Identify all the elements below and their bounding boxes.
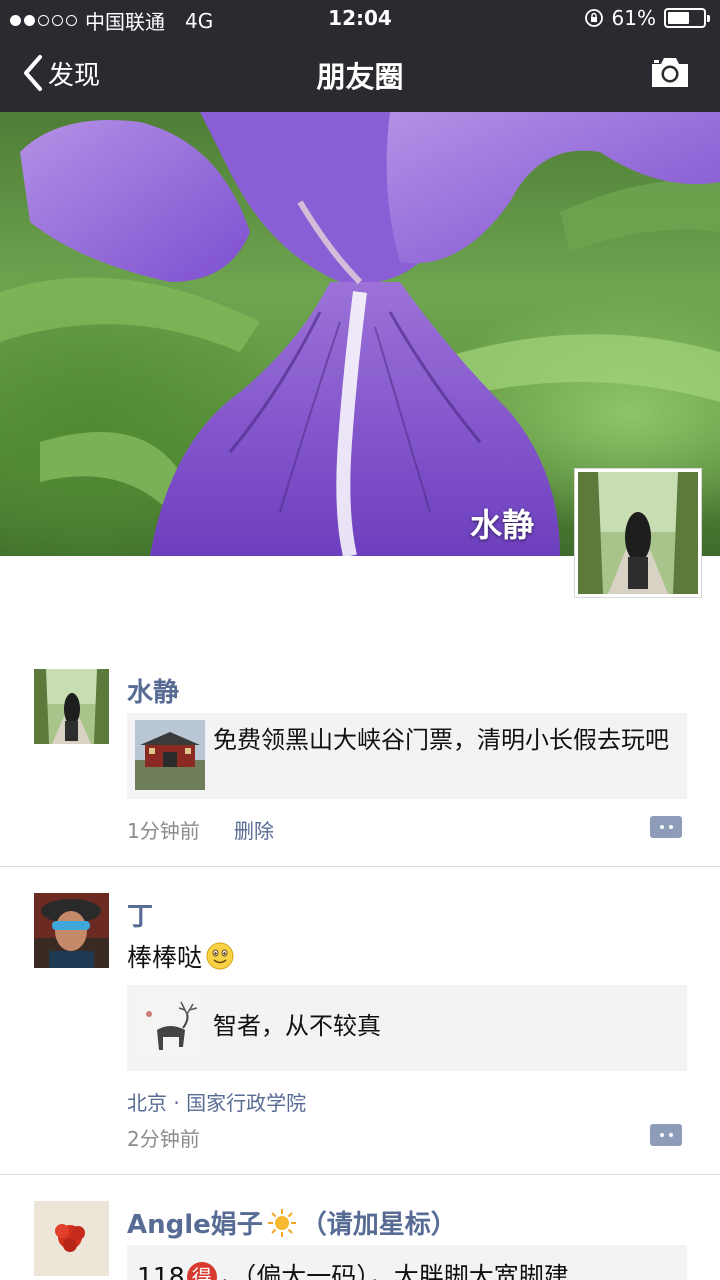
smile-emoji-icon (206, 942, 234, 970)
nav-bar: 发现 朋友圈 (0, 36, 720, 112)
shared-link-card[interactable]: 118 得 ，（偏大一码），大胖脚大宽脚建... (127, 1245, 687, 1280)
post-author[interactable]: 水静 (127, 672, 179, 709)
post-text-suffix: ，（偏大一码），大胖脚大宽脚建... (218, 1262, 593, 1280)
more-dots-icon (659, 1133, 664, 1137)
post-text-prefix: 118 (137, 1262, 185, 1280)
avatar[interactable] (34, 893, 109, 968)
post-text: 棒棒哒 (127, 938, 234, 974)
delete-button[interactable]: 删除 (234, 815, 274, 844)
page-title: 朋友圈 (316, 60, 404, 94)
link-thumbnail (135, 720, 205, 790)
comment-button[interactable] (650, 1124, 682, 1146)
camera-button[interactable] (650, 55, 690, 93)
comment-button[interactable] (650, 816, 682, 838)
status-bar: 中国联通 4G 12:04 61% (0, 0, 720, 36)
de-badge-icon: 得 (186, 1262, 217, 1280)
post-text-content: 棒棒哒 (127, 943, 203, 972)
shared-link-card[interactable]: 免费领黑山大峡谷门票，清明小长假去玩吧 (127, 713, 687, 799)
post-author-name: Angle娟子 (127, 1210, 263, 1240)
more-dots-icon (659, 825, 664, 829)
post-author[interactable]: Angle娟子 （请加星标） (127, 1204, 457, 1241)
avatar-image (34, 669, 109, 744)
post-time: 2分钟前 (127, 1127, 200, 1151)
cover-username: 水静 (469, 506, 534, 544)
link-title: 免费领黑山大峡谷门票，清明小长假去玩吧 (213, 726, 669, 754)
divider (0, 866, 720, 867)
link-thumbnail (135, 992, 205, 1062)
post-time: 1分钟前 (127, 819, 200, 843)
battery-icon (664, 8, 710, 28)
profile-avatar[interactable] (574, 468, 702, 598)
link-title: 智者，从不较真 (213, 1012, 381, 1040)
status-right: 61% (584, 6, 710, 30)
post-author[interactable]: 丁 (127, 896, 153, 933)
avatar[interactable] (34, 669, 109, 744)
battery-percent: 61% (611, 6, 656, 30)
divider (0, 1174, 720, 1175)
avatar[interactable] (34, 1201, 109, 1276)
rotation-lock-icon (584, 9, 603, 27)
camera-icon (652, 58, 688, 87)
avatar-image (34, 1201, 109, 1276)
post-location[interactable]: 北京 · 国家行政学院 (127, 1087, 306, 1116)
shared-link-card[interactable]: 智者，从不较真 (127, 985, 687, 1071)
avatar-image (34, 893, 109, 968)
avatar-image (578, 472, 698, 594)
post-author-suffix: （请加星标） (300, 1210, 457, 1240)
building-thumbnail-image (135, 720, 205, 790)
link-title: 118 得 ，（偏大一码），大胖脚大宽脚建... (127, 1258, 603, 1280)
deer-ink-thumbnail-image (135, 992, 205, 1062)
sun-emoji-icon (267, 1208, 296, 1237)
